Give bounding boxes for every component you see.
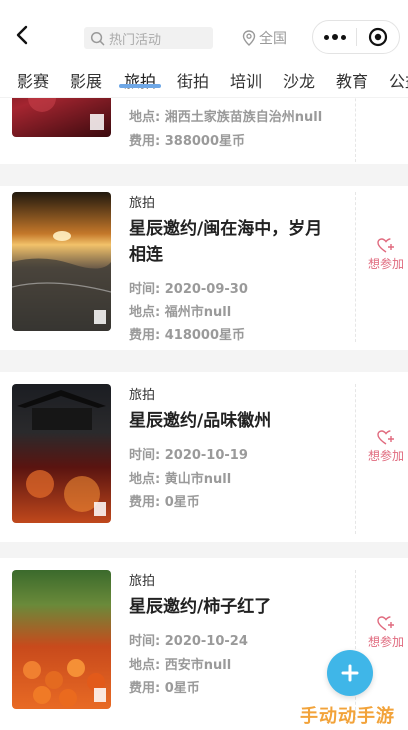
activity-category: 旅拍 xyxy=(129,574,156,589)
close-icon[interactable] xyxy=(357,27,399,47)
join-button[interactable]: 想参加 xyxy=(366,238,406,272)
activity-fee: 费用: 0星币 xyxy=(129,495,200,510)
activity-list: 地点: 湘西土家族苗族自治州null 费用: 388000星币 旅拍 星辰邀约/… xyxy=(0,98,408,730)
tab-jiepai[interactable]: 街拍 xyxy=(177,68,209,92)
plus-icon xyxy=(341,664,359,682)
activity-category: 旅拍 xyxy=(129,388,156,403)
card-gap xyxy=(0,164,408,186)
tab-jiaoyu[interactable]: 教育 xyxy=(336,68,368,92)
activity-title[interactable]: 星辰邀约/品味徽州 xyxy=(129,408,339,434)
activity-card[interactable]: 旅拍 星辰邀约/品味徽州 时间: 2020-10-19 地点: 黄山市null … xyxy=(0,372,408,564)
back-icon[interactable] xyxy=(12,24,34,46)
tab-lvpai[interactable]: 旅拍 xyxy=(124,68,156,92)
activity-fee: 费用: 418000星币 xyxy=(129,328,245,343)
watermark-logo: 手动动手游 xyxy=(300,706,395,727)
tab-yingzhan[interactable]: 影展 xyxy=(70,68,102,92)
activity-fee: 费用: 388000星币 xyxy=(129,134,245,149)
tab-yingsai[interactable]: 影赛 xyxy=(17,68,49,92)
join-label: 想参加 xyxy=(367,635,404,649)
category-tabs: 影赛 影展 旅拍 街拍 培训 沙龙 教育 公益 xyxy=(0,62,408,98)
add-activity-button[interactable] xyxy=(327,650,373,696)
mini-program-capsule xyxy=(312,20,400,54)
card-gap xyxy=(0,350,408,372)
tab-shalong[interactable]: 沙龙 xyxy=(283,68,315,92)
activity-location: 地点: 福州市null xyxy=(129,305,232,320)
heart-plus-icon xyxy=(377,616,394,631)
heart-plus-icon xyxy=(377,238,394,253)
tab-gongyi[interactable]: 公益 xyxy=(389,68,408,92)
activity-location: 地点: 黄山市null xyxy=(129,472,232,487)
activity-location: 地点: 西安市null xyxy=(129,658,232,673)
top-bar: 热门活动 全国 xyxy=(0,0,408,62)
activity-title[interactable]: 星辰邀约/闽在海中，岁月相连 xyxy=(129,216,339,268)
activity-poster xyxy=(12,98,111,137)
activity-category: 旅拍 xyxy=(129,196,156,211)
activity-fee: 费用: 0星币 xyxy=(129,681,200,696)
card-divider xyxy=(355,570,356,720)
heart-plus-icon xyxy=(377,430,394,445)
activity-title[interactable]: 星辰邀约/柿子红了 xyxy=(129,594,339,620)
join-label: 想参加 xyxy=(367,257,404,271)
activity-time: 时间: 2020-09-30 xyxy=(129,282,248,297)
location-label: 全国 xyxy=(259,31,287,47)
activity-location: 地点: 湘西土家族苗族自治州null xyxy=(129,110,323,125)
search-input[interactable]: 热门活动 xyxy=(84,27,213,49)
active-tab-indicator xyxy=(119,84,161,88)
search-placeholder: 热门活动 xyxy=(109,32,162,48)
activity-poster xyxy=(12,570,111,709)
activity-time: 时间: 2020-10-24 xyxy=(129,634,248,649)
card-divider xyxy=(355,192,356,342)
activity-card[interactable]: 旅拍 星辰邀约/闽在海中，岁月相连 时间: 2020-09-30 地点: 福州市… xyxy=(0,186,408,372)
activity-poster xyxy=(12,192,111,331)
card-divider xyxy=(355,384,356,534)
location-pin-icon xyxy=(242,30,256,46)
join-label: 想参加 xyxy=(367,449,404,463)
more-icon[interactable] xyxy=(313,34,356,40)
join-button[interactable]: 想参加 xyxy=(366,430,406,464)
join-button[interactable]: 想参加 xyxy=(366,616,406,650)
activity-poster xyxy=(12,384,111,523)
card-divider xyxy=(355,98,356,162)
search-icon xyxy=(90,31,105,45)
activity-time: 时间: 2020-10-19 xyxy=(129,448,248,463)
location-selector[interactable]: 全国 xyxy=(242,27,287,49)
tab-peixun[interactable]: 培训 xyxy=(230,68,262,92)
